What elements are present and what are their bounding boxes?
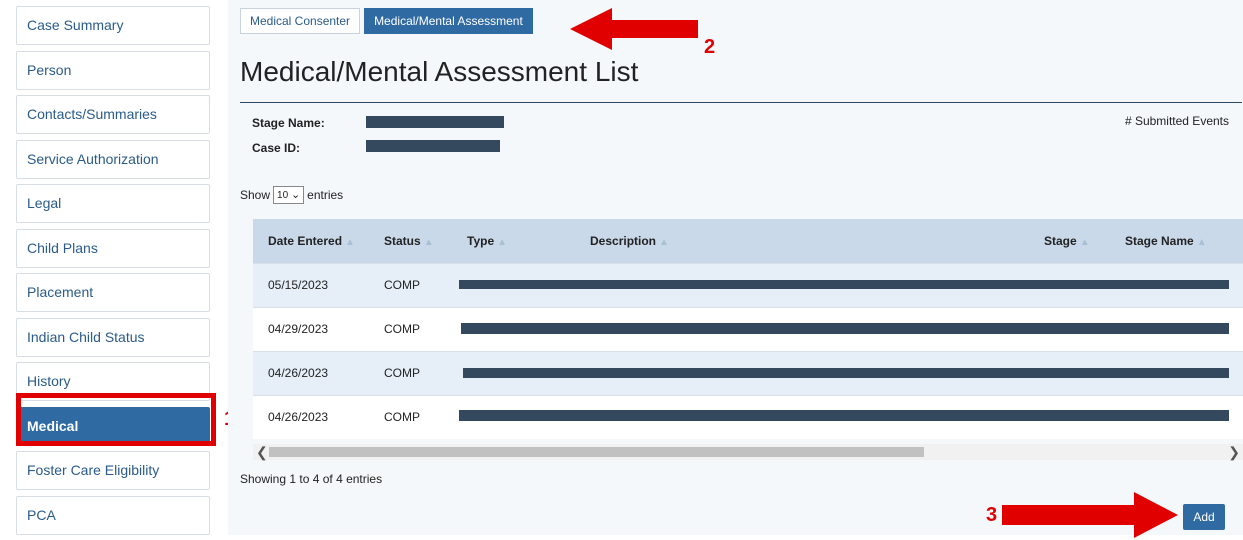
sort-arrow-icon: ▲ — [423, 237, 434, 248]
page-title: Medical/Mental Assessment List — [240, 56, 639, 87]
chevron-left-icon[interactable]: ❮ — [256, 444, 268, 460]
stage-name-label: Stage Name: — [252, 116, 325, 130]
sort-arrow-icon: ▲ — [1196, 237, 1207, 248]
cell-date: 04/26/2023 — [268, 366, 329, 380]
table-info: Showing 1 to 4 of 4 entries — [240, 472, 383, 486]
cell-date: 05/15/2023 — [268, 278, 329, 292]
annotation-step-3: 3 — [986, 504, 998, 526]
redacted-row-content — [459, 280, 1229, 289]
col-description-label: Description — [590, 234, 657, 248]
sort-arrow-icon: ▲ — [1079, 237, 1090, 248]
chevron-down-icon: ⌄ — [290, 189, 301, 201]
col-stage-name[interactable]: Stage Name ▲ — [1125, 219, 1207, 265]
cell-status: COMP — [384, 410, 420, 424]
sidebar-item-person[interactable]: Person — [16, 50, 210, 90]
sidebar-item-service-authorization[interactable]: Service Authorization — [16, 139, 210, 179]
cell-status: COMP — [384, 366, 420, 380]
sort-arrow-icon: ▲ — [345, 237, 355, 248]
cell-status: COMP — [384, 322, 420, 336]
redacted-row-content — [463, 368, 1229, 378]
submitted-events-link[interactable]: # Submitted Events — [1125, 114, 1229, 128]
col-stage-name-label: Stage Name — [1125, 234, 1194, 248]
table-row[interactable]: 04/26/2023 COMP — [253, 395, 1243, 439]
entries-length-control: Show 10 ⌄ entries — [240, 186, 343, 204]
cell-date: 04/29/2023 — [268, 322, 329, 336]
redacted-stage-name — [366, 116, 504, 128]
col-date-entered-label: Date Entered — [268, 234, 343, 248]
tab-bar: Medical Consenter Medical/Mental Assessm… — [240, 8, 537, 34]
case-id-label: Case ID: — [252, 141, 301, 155]
entries-label: entries — [307, 188, 344, 202]
cell-status: COMP — [384, 278, 420, 292]
scrollbar-thumb[interactable] — [269, 447, 924, 457]
chevron-right-icon[interactable]: ❯ — [1228, 444, 1240, 460]
main-panel: Medical Consenter Medical/Mental Assessm… — [228, 0, 1243, 535]
title-divider — [240, 102, 1242, 103]
col-date-entered[interactable]: Date Entered ▲ — [268, 219, 355, 265]
table-row[interactable]: 04/26/2023 COMP — [253, 351, 1243, 395]
show-label: Show — [240, 188, 271, 202]
redacted-case-id — [366, 140, 500, 152]
col-description[interactable]: Description ▲ — [590, 219, 669, 265]
annotation-step-2: 2 — [704, 36, 716, 58]
sidebar-item-case-summary[interactable]: Case Summary — [16, 6, 210, 45]
sort-arrow-icon: ▲ — [497, 237, 508, 248]
table-row[interactable]: 05/15/2023 COMP — [253, 263, 1243, 307]
col-type[interactable]: Type ▲ — [467, 219, 507, 265]
sidebar-item-indian-child-status[interactable]: Indian Child Status — [16, 317, 210, 357]
redacted-row-content — [459, 410, 1229, 421]
annotation-arrow-left-icon — [570, 8, 698, 50]
table-row[interactable]: 04/29/2023 COMP — [253, 307, 1243, 351]
entries-select[interactable]: 10 ⌄ — [273, 186, 305, 204]
sidebar-item-pca[interactable]: PCA — [16, 495, 210, 535]
tab-medical-mental-assessment[interactable]: Medical/Mental Assessment — [364, 8, 533, 34]
entries-select-value: 10 — [277, 190, 289, 201]
horizontal-scrollbar[interactable]: ❮ ❯ — [253, 444, 1243, 460]
cell-date: 04/26/2023 — [268, 410, 329, 424]
assessment-table: Date Entered ▲ Status ▲ Type ▲ Description ▲… — [253, 219, 1243, 439]
tab-medical-consenter[interactable]: Medical Consenter — [240, 8, 361, 34]
table-header: Date Entered ▲ Status ▲ Type ▲ Description ▲… — [253, 219, 1243, 263]
redacted-row-content — [461, 323, 1229, 334]
sidebar-item-legal[interactable]: Legal — [16, 184, 210, 223]
col-stage-label: Stage — [1044, 234, 1077, 248]
sidebar-item-placement[interactable]: Placement — [16, 273, 210, 312]
annotation-arrow-right-icon — [1002, 492, 1178, 538]
sidebar-item-contacts-summaries[interactable]: Contacts/Summaries — [16, 95, 210, 134]
col-stage[interactable]: Stage ▲ — [1044, 219, 1090, 265]
sidebar-item-foster-care-eligibility[interactable]: Foster Care Eligibility — [16, 451, 210, 490]
add-button[interactable]: Add — [1183, 504, 1225, 530]
left-nav: Case Summary Person Contacts/Summaries S… — [16, 6, 210, 540]
col-status[interactable]: Status ▲ — [384, 219, 434, 265]
col-status-label: Status — [384, 234, 421, 248]
annotation-highlight-box — [16, 393, 216, 446]
col-type-label: Type — [467, 234, 495, 248]
sort-arrow-icon: ▲ — [659, 237, 669, 248]
sidebar-item-child-plans[interactable]: Child Plans — [16, 228, 210, 268]
